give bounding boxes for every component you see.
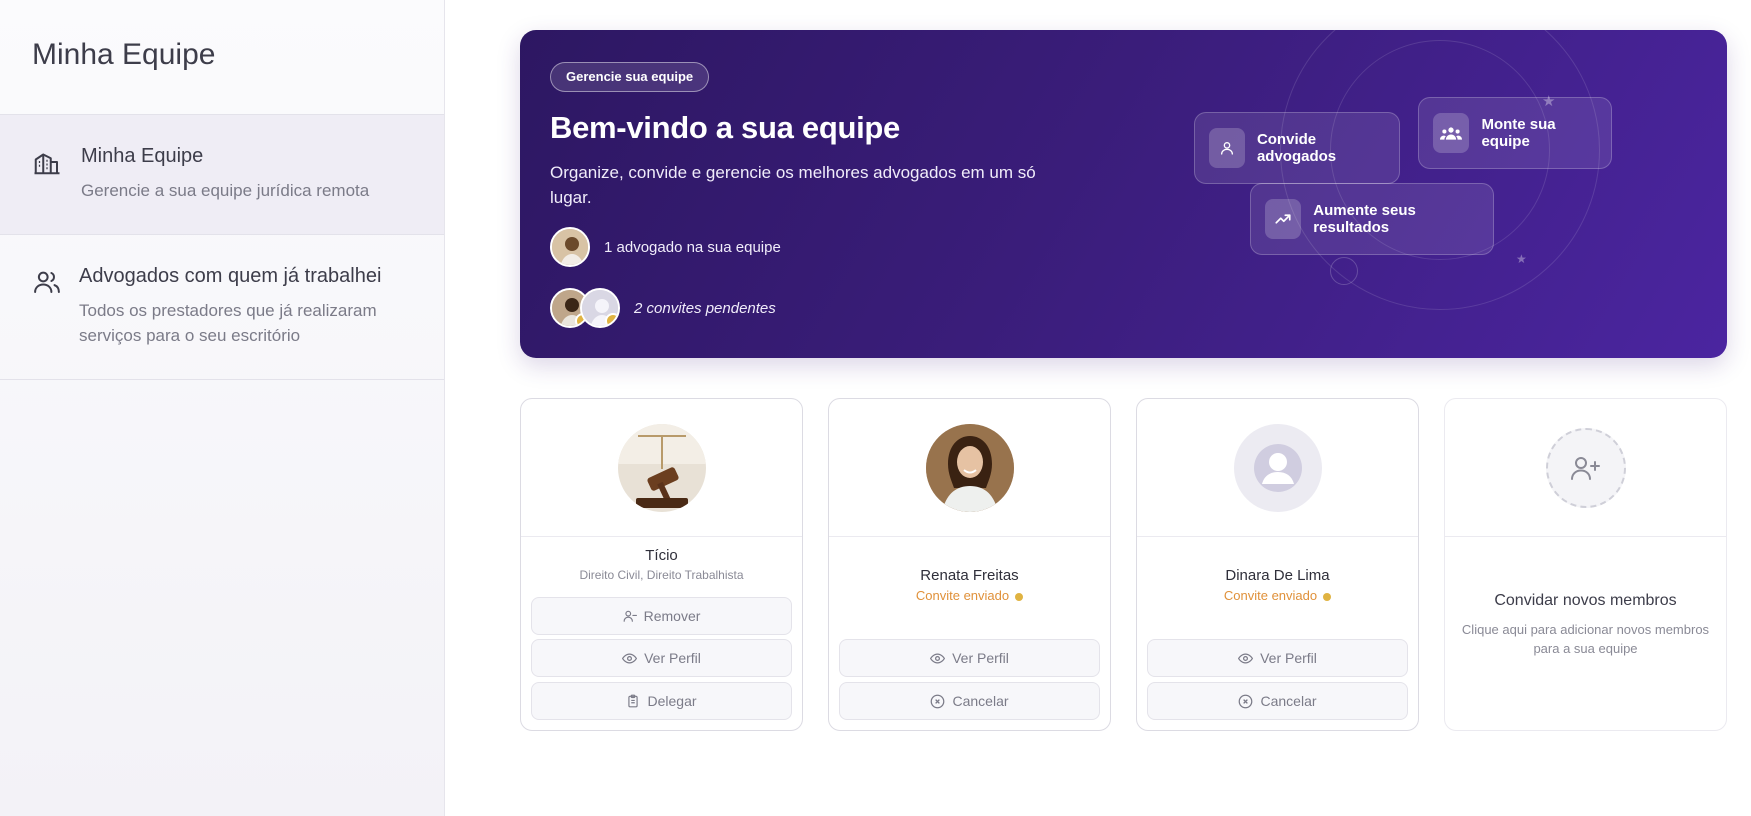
member-name: Tício bbox=[645, 547, 678, 564]
user-icon bbox=[1209, 128, 1245, 168]
sidebar-item-sub: Gerencie a sua equipe jurídica remota bbox=[81, 181, 370, 200]
team-member-card: Renata Freitas Convite enviado Ver Perfi… bbox=[828, 398, 1111, 731]
pending-row: 2 convites pendentes bbox=[550, 288, 776, 328]
welcome-banner: Gerencie sua equipe Bem-vindo a sua equi… bbox=[520, 30, 1727, 358]
view-profile-button[interactable]: Ver Perfil bbox=[531, 639, 792, 677]
chip-label: Aumente seus resultados bbox=[1313, 202, 1416, 236]
button-label: Cancelar bbox=[952, 693, 1009, 709]
team-member-card: Dinara De Lima Convite enviado Ver Perfi… bbox=[1136, 398, 1419, 731]
users-icon bbox=[32, 267, 62, 299]
invite-status: Convite enviado bbox=[1137, 588, 1418, 603]
chip-label: Convide advogados bbox=[1256, 131, 1337, 165]
sidebar-item-label: Minha Equipe bbox=[81, 145, 204, 167]
hero-title: Bem-vindo a sua equipe bbox=[550, 110, 900, 145]
add-user-button[interactable] bbox=[1545, 427, 1626, 508]
chip-aumente-resultados: Aumente seus resultados bbox=[1250, 183, 1494, 255]
sidebar-item-label: Advogados com quem já trabalhei bbox=[79, 265, 382, 287]
member-specialty: Direito Civil, Direito Trabalhista bbox=[579, 568, 744, 582]
status-dot bbox=[1015, 592, 1024, 601]
sidebar-title: Minha Equipe bbox=[0, 0, 444, 115]
cancel-invite-button[interactable]: Cancelar bbox=[839, 682, 1100, 720]
remove-button[interactable]: Remover bbox=[531, 597, 792, 635]
cancel-invite-button[interactable]: Cancelar bbox=[1147, 682, 1408, 720]
chip-monte-sua-equipe: Monte sua equipe bbox=[1418, 97, 1612, 169]
card-header bbox=[1445, 399, 1726, 537]
chip-convide-advogados: Convide advogados bbox=[1194, 112, 1400, 184]
button-label: Remover bbox=[643, 608, 701, 624]
sidebar: Minha Equipe Minha Equipe Gerencie a sua… bbox=[0, 0, 445, 816]
card-header bbox=[1137, 399, 1418, 537]
user-minus-icon bbox=[623, 610, 637, 622]
eye-icon bbox=[1238, 652, 1254, 664]
button-label: Ver Perfil bbox=[952, 650, 1009, 666]
view-profile-button[interactable]: Ver Perfil bbox=[839, 639, 1100, 677]
delegate-button[interactable]: Delegar bbox=[531, 682, 792, 720]
card-header bbox=[521, 399, 802, 537]
building-icon bbox=[32, 147, 64, 179]
button-label: Delegar bbox=[647, 693, 697, 709]
team-count-text: 1 advogado na sua equipe bbox=[604, 238, 781, 256]
x-circle-icon bbox=[931, 694, 945, 708]
status-dot bbox=[1323, 592, 1332, 601]
invite-title: Convidar novos membros bbox=[1494, 592, 1677, 609]
trending-up-icon bbox=[1265, 199, 1302, 239]
invite-subtitle: Clique aqui para adicionar novos membros… bbox=[1461, 622, 1710, 656]
card-header bbox=[829, 399, 1110, 537]
team-icon bbox=[1433, 113, 1470, 153]
invite-status: Convite enviado bbox=[829, 588, 1110, 603]
eye-icon bbox=[622, 652, 638, 664]
clipboard-icon bbox=[628, 694, 639, 708]
team-member-card: Tício Direito Civil, Direito Trabalhista… bbox=[520, 398, 803, 731]
sidebar-item-advogados[interactable]: Advogados com quem já trabalhei Todos os… bbox=[0, 235, 444, 380]
chip-label: Monte sua equipe bbox=[1481, 116, 1556, 150]
avatar bbox=[925, 423, 1014, 512]
invite-members-card[interactable]: Convidar novos membros Clique aqui para … bbox=[1444, 398, 1727, 731]
team-count-row: 1 advogado na sua equipe bbox=[550, 227, 781, 267]
x-circle-icon bbox=[1239, 694, 1253, 708]
avatar-placeholder bbox=[1233, 423, 1322, 512]
button-label: Ver Perfil bbox=[644, 650, 701, 666]
pending-invites-text: 2 convites pendentes bbox=[634, 299, 776, 317]
button-label: Cancelar bbox=[1260, 693, 1317, 709]
decorative-ring bbox=[1330, 257, 1358, 285]
view-profile-button[interactable]: Ver Perfil bbox=[1147, 639, 1408, 677]
avatar bbox=[617, 423, 706, 512]
button-label: Ver Perfil bbox=[1260, 650, 1317, 666]
member-name: Dinara De Lima bbox=[1225, 567, 1330, 584]
sidebar-item-minha-equipe[interactable]: Minha Equipe Gerencie a sua equipe juríd… bbox=[0, 115, 444, 235]
avatar bbox=[550, 227, 590, 267]
status-text: Convite enviado bbox=[1223, 588, 1318, 603]
sidebar-item-sub: Todos os prestadores que já realizaram s… bbox=[79, 301, 377, 345]
hero-badge: Gerencie sua equipe bbox=[550, 62, 710, 92]
hero-description: Organize, convide e gerencie os melhores… bbox=[550, 163, 1036, 207]
star-icon: ★ bbox=[1516, 252, 1527, 266]
pending-indicator bbox=[605, 313, 618, 326]
status-text: Convite enviado bbox=[915, 588, 1010, 603]
user-plus-icon bbox=[1570, 456, 1600, 480]
avatar bbox=[580, 288, 620, 328]
eye-icon bbox=[930, 652, 946, 664]
member-name: Renata Freitas bbox=[920, 567, 1019, 584]
